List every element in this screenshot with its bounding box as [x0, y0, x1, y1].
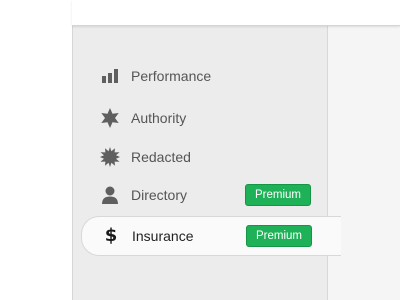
sidebar-item-authority[interactable]: Authority: [73, 98, 329, 138]
sidebar-item-directory[interactable]: Directory Premium: [73, 175, 329, 215]
sidebar-item-redacted[interactable]: Redacted: [73, 137, 329, 177]
starburst-seal-icon: [99, 146, 121, 168]
bar-chart-icon: [99, 65, 121, 87]
main-content-area: [328, 26, 400, 300]
sidebar-item-label: Directory: [131, 187, 188, 203]
sidebar-item-performance[interactable]: Performance: [73, 56, 329, 96]
sidebar-item-label: Performance: [131, 68, 212, 84]
top-header-bar: [72, 0, 400, 26]
person-icon: [99, 184, 121, 206]
premium-badge: Premium: [245, 184, 312, 206]
sidebar-item-insurance[interactable]: $ Insurance Premium: [81, 216, 341, 256]
dollar-icon: $: [104, 225, 118, 246]
sidebar-item-label: Insurance: [132, 228, 194, 244]
sidebar-item-label: Authority: [131, 110, 187, 126]
sidebar-nav: Performance Authority Redacted Directory…: [72, 26, 341, 300]
sheriff-star-icon: [99, 107, 121, 129]
sidebar-item-label: Redacted: [131, 149, 191, 165]
premium-badge: Premium: [246, 225, 313, 247]
